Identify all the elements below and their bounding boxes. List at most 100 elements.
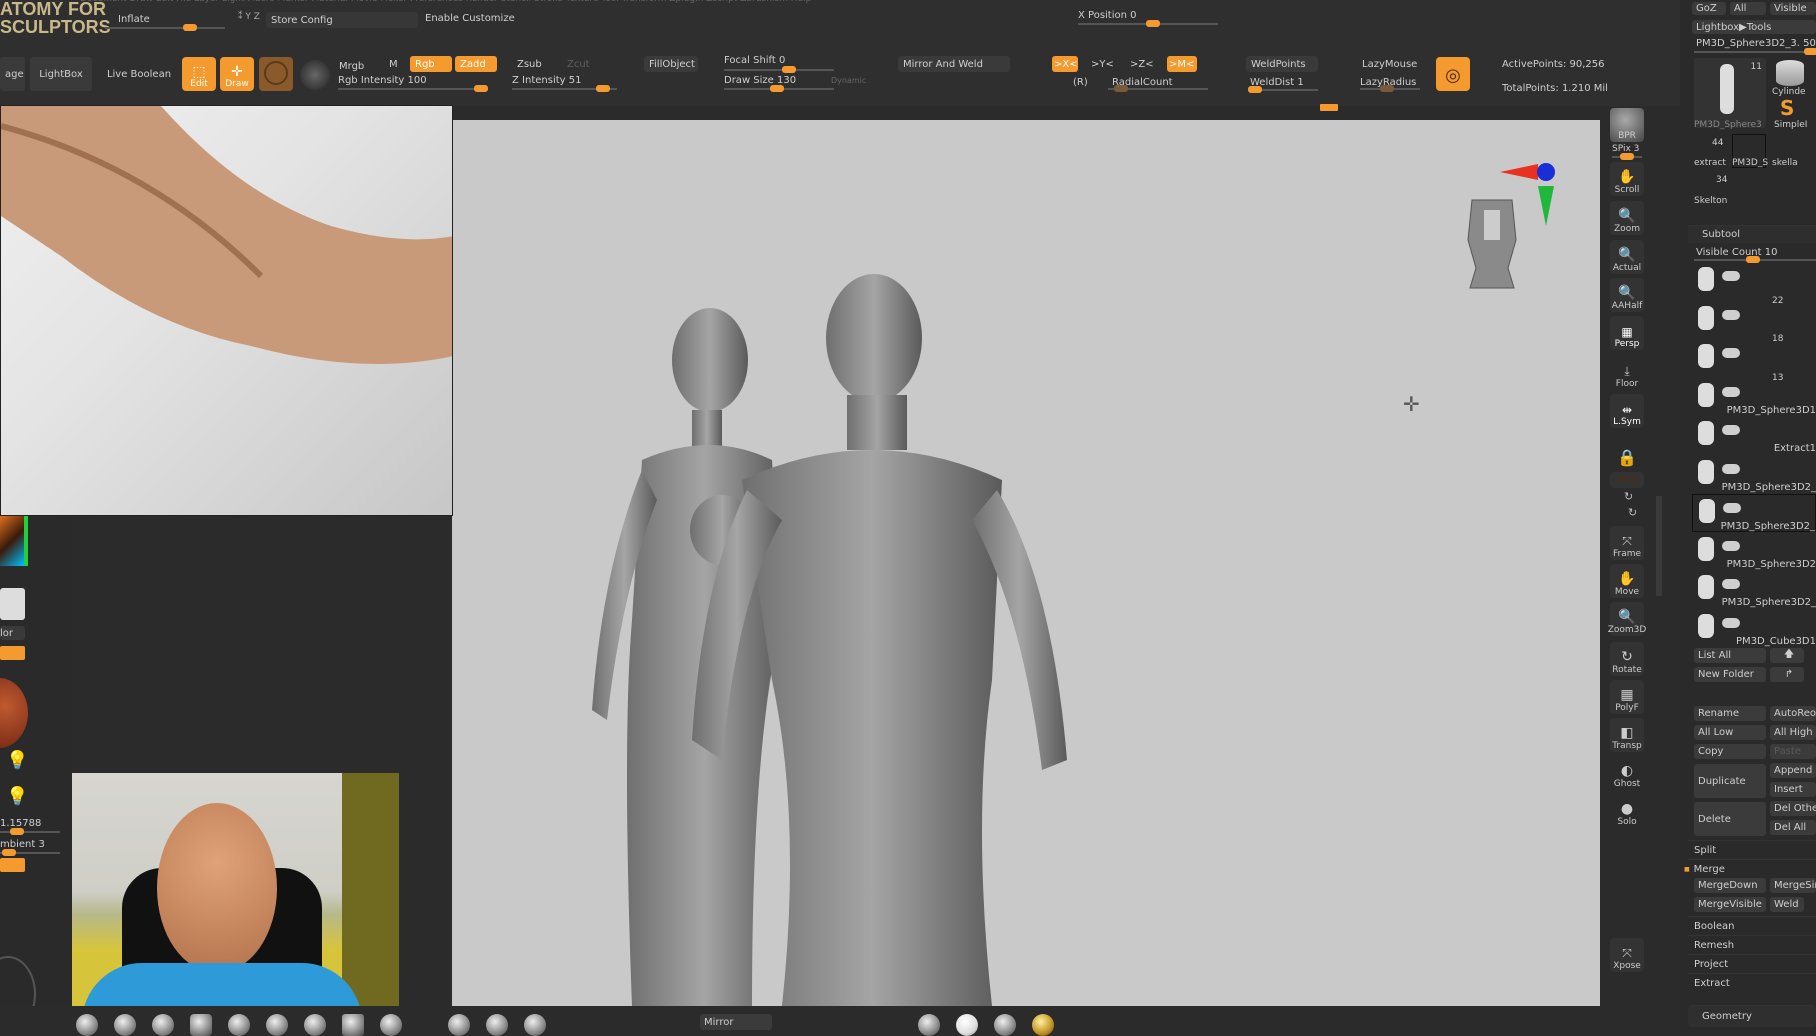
brush-button[interactable] <box>259 57 293 91</box>
brush-icon-12[interactable] <box>524 1014 546 1036</box>
rgb-button[interactable]: Rgb <box>410 56 452 72</box>
camera-lock-button[interactable]: 🔒 <box>1610 434 1644 468</box>
stroke-icon[interactable] <box>300 60 330 90</box>
transp-button[interactable]: ◧ Transp <box>1610 718 1644 752</box>
lazy-mouse-button[interactable]: LazyMouse <box>1357 56 1427 72</box>
subtool-row[interactable]: 18 <box>1692 334 1816 378</box>
z-intensity-slider[interactable] <box>512 85 617 92</box>
bottom-toolbar-handle[interactable] <box>1320 104 1338 111</box>
weld-button[interactable]: Weld <box>1770 897 1804 912</box>
goz-button[interactable]: GoZ <box>1692 2 1726 15</box>
radial-count-slider[interactable] <box>1108 85 1208 92</box>
cylinder-icon[interactable] <box>1776 60 1804 86</box>
fill-color-button[interactable] <box>0 646 25 660</box>
scroll-button[interactable]: ✋ Scroll <box>1610 162 1644 196</box>
brush-icon-7[interactable] <box>304 1014 326 1036</box>
insert-button[interactable]: Insert <box>1770 782 1816 797</box>
subtool-header[interactable]: Subtool <box>1688 225 1816 243</box>
brush-icon-8[interactable] <box>342 1014 364 1036</box>
subtool-row[interactable]: PM3D_Sphere3D2_ <box>1692 571 1816 609</box>
move-button[interactable]: ✋ Move <box>1610 564 1644 598</box>
draw-button[interactable]: ✛ Draw <box>220 57 254 91</box>
enable-customize-button[interactable]: Enable Customize <box>420 10 600 26</box>
draw-size-slider[interactable] <box>724 85 834 92</box>
material-icon-3[interactable] <box>994 1014 1016 1036</box>
store-config-button[interactable]: Store Config <box>266 12 418 28</box>
visibility-toggle[interactable] <box>1722 579 1740 589</box>
brush-icon-11[interactable] <box>486 1014 508 1036</box>
all-low-button[interactable]: All Low <box>1694 725 1766 740</box>
current-tool-slider[interactable] <box>1694 48 1816 55</box>
simplebrush-icon[interactable]: S <box>1780 96 1794 120</box>
brush-icon-6[interactable] <box>266 1014 288 1036</box>
subtool-row[interactable]: Extract1 <box>1692 417 1816 455</box>
material-icon-1[interactable] <box>918 1014 940 1036</box>
persp-button[interactable]: ▦ Persp <box>1610 316 1644 350</box>
mirror-and-weld-button[interactable]: Mirror And Weld <box>898 56 1010 72</box>
lightbox-button[interactable]: LightBox <box>30 57 92 91</box>
subtool-row[interactable]: PM3D_Sphere3D2_ <box>1692 494 1816 532</box>
brush-icon-4[interactable] <box>190 1014 212 1036</box>
remesh-section[interactable]: Remesh <box>1688 935 1816 954</box>
brush-icon-3[interactable] <box>152 1014 174 1036</box>
visibility-toggle[interactable] <box>1722 540 1740 551</box>
lightbox-tools-button[interactable]: Lightbox▶Tools <box>1692 20 1816 34</box>
mrgb-button[interactable]: Mrgb <box>334 58 376 74</box>
spix-slider[interactable] <box>1612 153 1642 160</box>
mirror-button[interactable]: Mirror <box>700 1014 772 1030</box>
geometry-header[interactable]: Geometry <box>1688 1005 1816 1027</box>
zcut-button[interactable]: Zcut <box>562 56 602 72</box>
sym-x-button[interactable]: >X< <box>1052 56 1078 72</box>
xpose-button[interactable]: ⤧ Xpose <box>1610 938 1644 972</box>
rotate-z-icon[interactable]: ↻ <box>1628 506 1637 519</box>
zadd-button[interactable]: Zadd <box>455 56 497 72</box>
visibility-toggle[interactable] <box>1722 425 1740 435</box>
project-section[interactable]: Project <box>1688 954 1816 973</box>
sym-m-button[interactable]: >M< <box>1167 56 1197 72</box>
visibility-toggle[interactable] <box>1722 463 1740 474</box>
append-button[interactable]: Append <box>1770 763 1816 778</box>
main-color-swatch[interactable] <box>0 588 25 620</box>
visibility-toggle[interactable] <box>1722 348 1740 358</box>
document-canvas[interactable]: ✛ <box>452 120 1600 1006</box>
brush-icon-5[interactable] <box>228 1014 250 1036</box>
m-button[interactable]: M <box>384 56 406 72</box>
color-picker[interactable] <box>0 516 28 566</box>
move-up-button[interactable]: 🡅 <box>1770 648 1804 663</box>
merge-down-button[interactable]: MergeDown <box>1694 878 1766 893</box>
dynamic-toggle[interactable]: Dynamic <box>831 76 866 85</box>
rotate-button[interactable]: ↻ Rotate <box>1610 642 1644 676</box>
visibility-toggle[interactable] <box>1722 617 1740 628</box>
visibility-toggle[interactable] <box>1722 309 1740 320</box>
live-boolean-button[interactable]: Live Boolean <box>96 57 182 91</box>
zsub-button[interactable]: Zsub <box>512 56 552 72</box>
tool-thumb-pm3d-sphere3[interactable]: 11 <box>1694 58 1766 128</box>
light-bulb-icon[interactable]: 💡 <box>6 750 28 771</box>
visible-count-slider[interactable] <box>1694 256 1816 263</box>
merge-section[interactable]: ■ Merge <box>1684 859 1816 878</box>
visibility-toggle[interactable] <box>1723 503 1741 513</box>
copy-button[interactable]: Copy <box>1694 744 1766 759</box>
new-folder-button[interactable]: New Folder <box>1694 667 1766 682</box>
solo-button[interactable]: ● Solo <box>1610 794 1644 828</box>
material-sphere-icon[interactable] <box>0 678 28 748</box>
radial-r-button[interactable]: (R) <box>1073 77 1088 88</box>
material-icon-2[interactable] <box>956 1014 978 1036</box>
x-position-slider[interactable] <box>1078 20 1218 27</box>
zoom-button[interactable]: 🔍 Zoom <box>1610 201 1644 235</box>
light-toggle[interactable] <box>0 858 25 872</box>
ambient-slider[interactable] <box>0 849 60 856</box>
subtool-row[interactable] <box>1692 263 1816 301</box>
menu-bar[interactable]: Document Draw Edit File Layer Light Macr… <box>80 0 811 4</box>
del-all-button[interactable]: Del All <box>1770 820 1816 835</box>
split-section[interactable]: Split <box>1688 840 1816 859</box>
light-value-slider[interactable] <box>0 828 60 835</box>
frame-button[interactable]: ⤧ Frame <box>1610 526 1644 560</box>
boolean-section[interactable]: Boolean <box>1688 916 1816 935</box>
del-other-button[interactable]: Del Othe <box>1770 801 1816 816</box>
rotate-y-icon[interactable]: ↻ <box>1624 490 1633 503</box>
material-icon-gold[interactable] <box>1032 1014 1054 1036</box>
merge-similar-button[interactable]: MergeSir <box>1770 878 1816 893</box>
lsym-button[interactable]: ⇹ L.Sym <box>1610 394 1644 428</box>
fill-object-button[interactable]: FillObject <box>644 56 698 72</box>
